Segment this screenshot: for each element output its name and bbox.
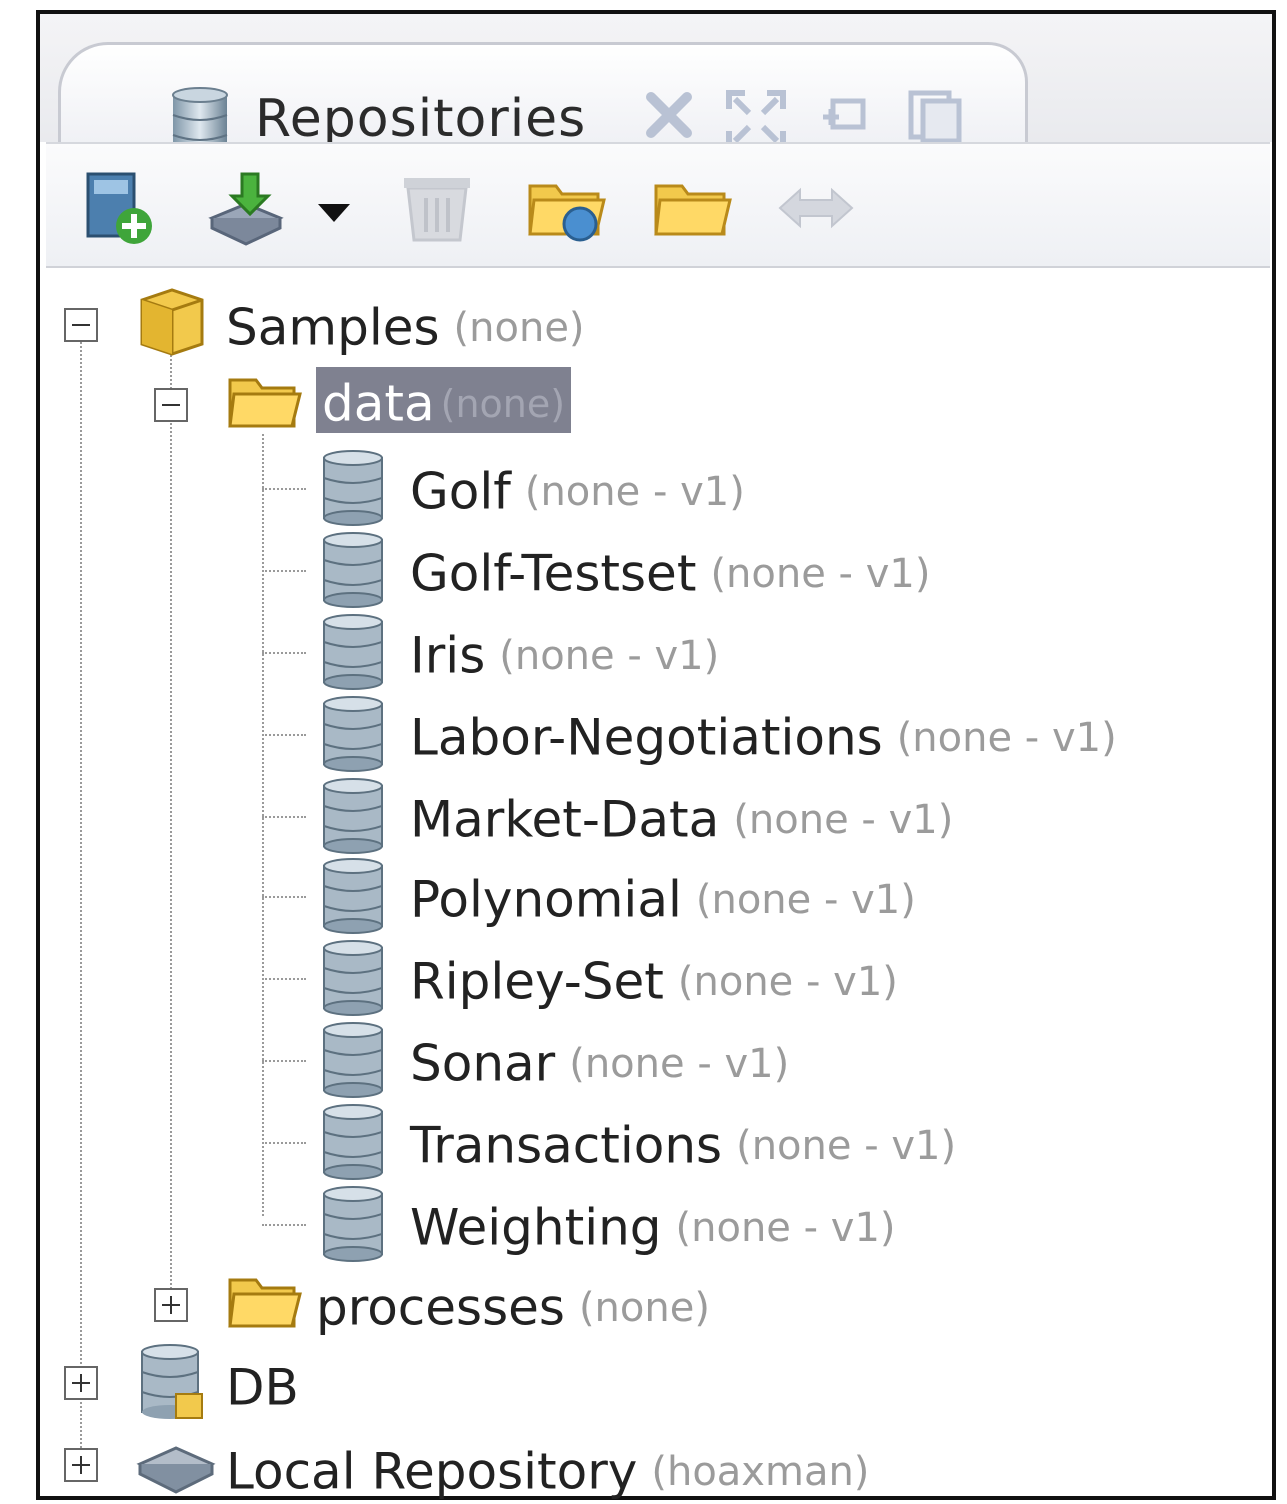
dataset-icon (320, 778, 386, 858)
tree-item-label: Polynomial (410, 870, 682, 929)
tree-item-dataset[interactable]: Labor-Negotiations (none - v1) (410, 702, 1117, 770)
tree-item-label: Weighting (410, 1198, 662, 1257)
tree-item-label: Transactions (410, 1116, 723, 1175)
import-icon[interactable] (206, 168, 286, 252)
tree-item-samples[interactable]: Samples (none) (226, 292, 585, 360)
delete-icon[interactable] (400, 168, 474, 250)
tree-item-dataset[interactable]: Market-Data (none - v1) (410, 784, 953, 852)
tree-item-label: Market-Data (410, 790, 720, 849)
dropdown-icon[interactable] (316, 202, 352, 228)
selected-highlight: data (none) (316, 367, 572, 433)
dataset-icon (320, 858, 386, 938)
restore-icon[interactable] (817, 87, 873, 147)
dataset-icon (320, 1104, 386, 1184)
tree-item-meta: (none - v1) (675, 1204, 896, 1251)
tree-item-meta: (none - v1) (524, 468, 745, 515)
dataset-icon (320, 940, 386, 1020)
tree-item-processes[interactable]: processes (none) (316, 1272, 710, 1340)
add-repository-icon[interactable] (82, 168, 154, 252)
tree-item-dataset[interactable]: Weighting (none - v1) (410, 1192, 896, 1260)
sync-icon[interactable] (776, 178, 856, 242)
expand-db-toggle[interactable] (64, 1366, 98, 1400)
dataset-icon (320, 532, 386, 612)
database-icon (136, 1342, 208, 1426)
collapse-data-toggle[interactable] (154, 388, 188, 422)
tab-repositories[interactable]: Repositories (58, 42, 1028, 164)
tree-item-label: processes (316, 1278, 565, 1337)
repository-box-icon (136, 284, 208, 364)
tree-item-meta: (none - v1) (736, 1122, 957, 1169)
local-drive-icon (136, 1430, 216, 1498)
tree-item-meta: (none) (578, 1284, 710, 1331)
tree-item-dataset[interactable]: Sonar (none - v1) (410, 1028, 789, 1096)
tree-item-data[interactable]: data (none) (316, 367, 572, 436)
tree-item-label: Sonar (410, 1034, 556, 1093)
close-icon[interactable] (641, 87, 697, 147)
tree-item-local-repository[interactable]: Local Repository (hoaxman) (226, 1436, 869, 1504)
collapse-samples-toggle[interactable] (64, 308, 98, 342)
tree-item-label: Golf (410, 462, 511, 521)
tree-item-dataset[interactable]: Iris (none - v1) (410, 620, 719, 688)
tree-item-meta: (none) (440, 381, 566, 426)
tree-item-meta: (none - v1) (896, 714, 1117, 761)
tree-item-label: Local Repository (226, 1442, 638, 1501)
tree-item-label: Iris (410, 626, 486, 685)
expand-processes-toggle[interactable] (154, 1288, 188, 1322)
dataset-icon (320, 696, 386, 776)
tree-item-meta: (none - v1) (710, 550, 931, 597)
folder-icon[interactable] (650, 168, 734, 252)
dataset-icon (320, 1022, 386, 1102)
tree-item-label: Golf-Testset (410, 544, 697, 603)
tree-item-dataset[interactable]: Transactions (none - v1) (410, 1110, 956, 1178)
tree-item-meta: (none - v1) (677, 958, 898, 1005)
repositories-panel: Repositories Samples (none) data (none) … (36, 10, 1276, 1501)
repository-tree: Samples (none) data (none) Golf (none - v1)… (40, 266, 1272, 1501)
tree-item-meta: (none - v1) (695, 876, 916, 923)
dataset-icon (320, 450, 386, 530)
tree-item-label: Samples (226, 298, 440, 357)
tree-item-meta: (hoaxman) (651, 1448, 870, 1495)
dataset-icon (320, 1186, 386, 1266)
expand-local-repository-toggle[interactable] (64, 1448, 98, 1482)
tree-item-label: Ripley-Set (410, 952, 664, 1011)
toolbar (46, 142, 1270, 268)
tree-item-dataset[interactable]: Ripley-Set (none - v1) (410, 946, 898, 1014)
tree-item-meta: (none - v1) (733, 796, 954, 843)
tree-item-meta: (none) (453, 304, 585, 351)
tree-item-dataset[interactable]: Polynomial (none - v1) (410, 864, 916, 932)
tree-item-db[interactable]: DB (226, 1352, 299, 1420)
open-folder-icon[interactable] (524, 168, 608, 252)
tab-title: Repositories (255, 89, 587, 149)
folder-icon (226, 366, 302, 440)
tree-item-meta: (none - v1) (499, 632, 720, 679)
tree-item-label: DB (226, 1358, 299, 1417)
tree-item-dataset[interactable]: Golf-Testset (none - v1) (410, 538, 930, 606)
tab-strip: Repositories (40, 14, 1272, 164)
folder-icon (226, 1266, 302, 1340)
tree-item-label: data (322, 374, 435, 433)
dataset-icon (320, 614, 386, 694)
tree-item-label: Labor-Negotiations (410, 708, 883, 767)
tree-item-dataset[interactable]: Golf (none - v1) (410, 456, 745, 524)
tree-item-meta: (none - v1) (569, 1040, 790, 1087)
